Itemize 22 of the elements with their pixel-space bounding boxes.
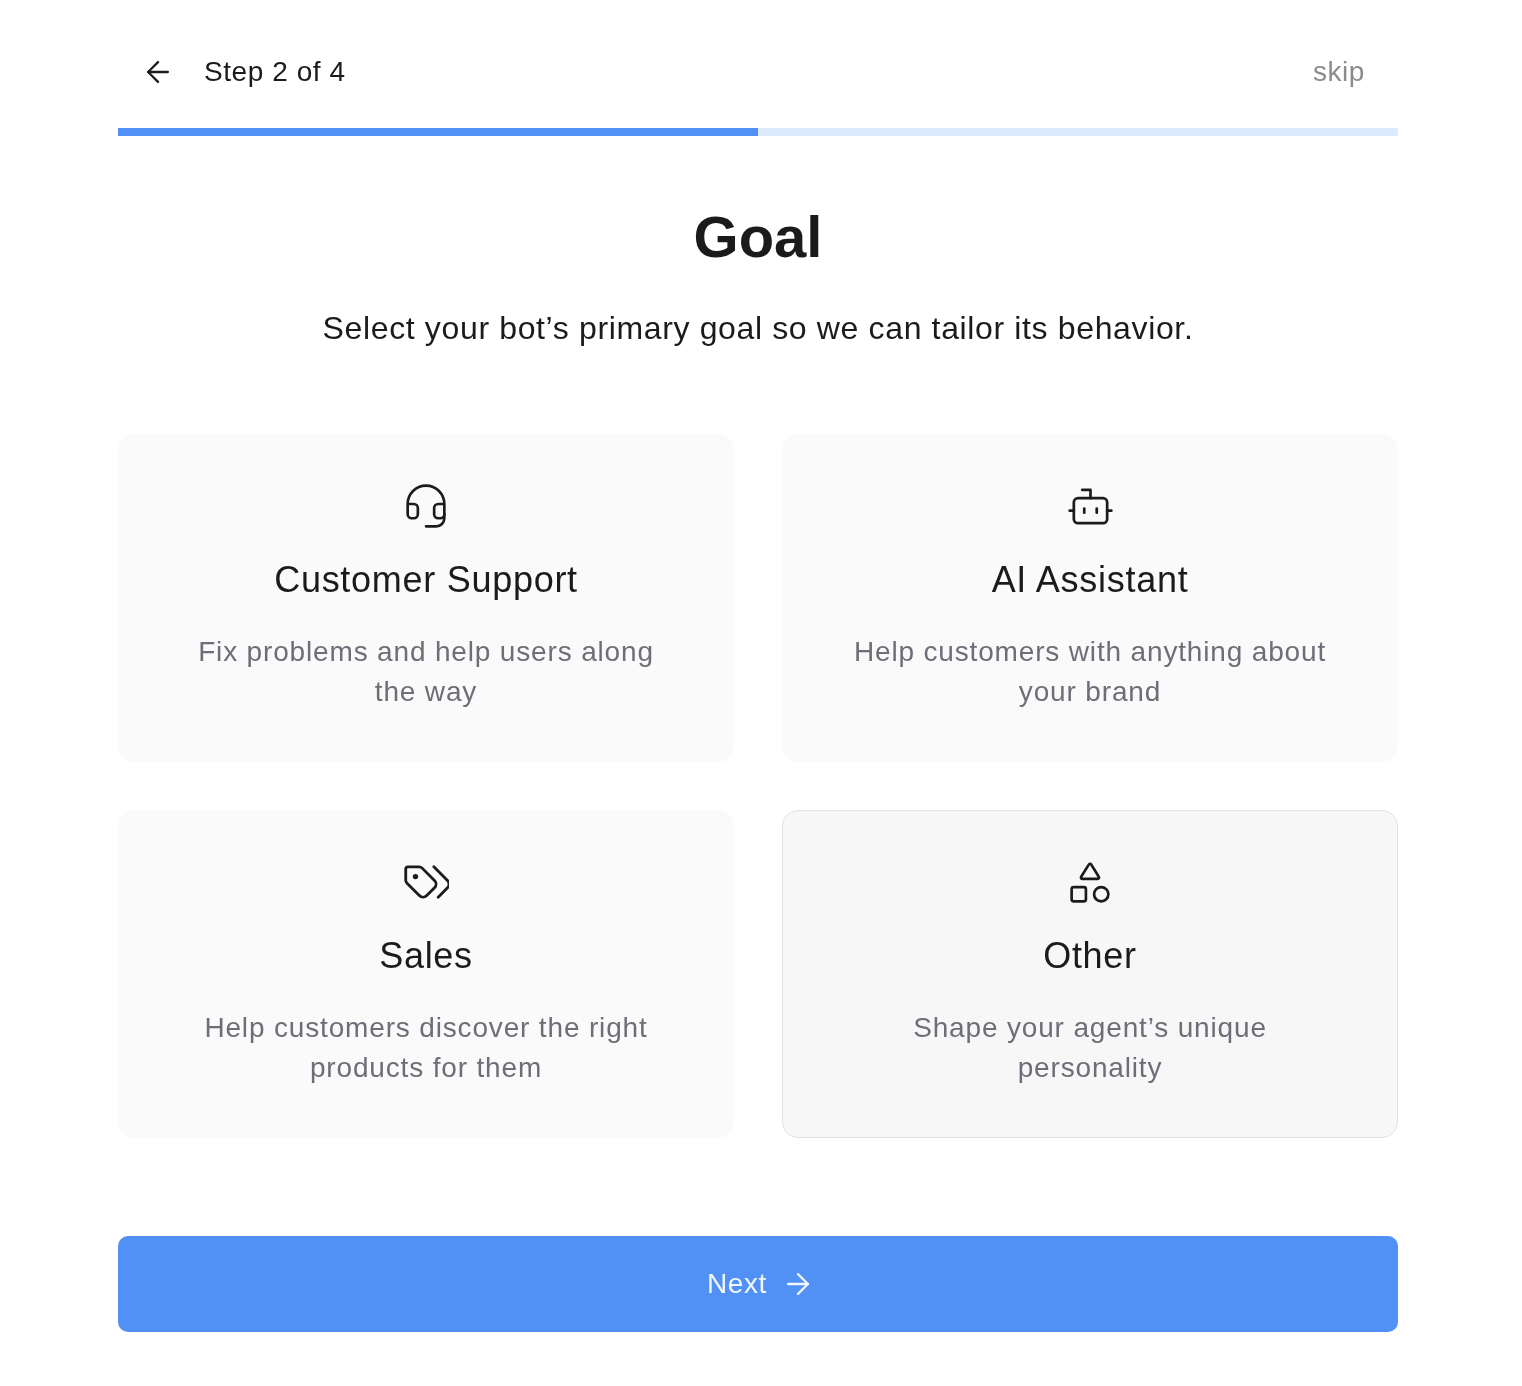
option-description: Help customers with anything about your brand	[852, 635, 1328, 709]
goal-option-card[interactable]: Other Shape your agent’s unique personality	[782, 810, 1398, 1138]
option-title: Sales	[379, 934, 473, 978]
headset-icon	[406, 484, 446, 528]
back-button[interactable]	[147, 61, 169, 83]
arrow-right-icon	[786, 1273, 809, 1295]
shapes-icon	[1070, 861, 1110, 903]
option-description: Fix problems and help users along the way	[197, 635, 655, 709]
option-title: AI Assistant	[991, 558, 1189, 602]
option-description: Help customers discover the right products for them	[203, 1011, 649, 1085]
goal-option-card[interactable]: Sales Help customers discover the right products for them	[118, 810, 734, 1138]
page-subtitle: Select your bot’s primary goal so we can tailor its behavior.	[322, 309, 1194, 348]
option-title: Customer Support	[274, 558, 578, 602]
page-title: Goal	[693, 203, 823, 271]
option-description: Shape your agent’s unique personality	[912, 1011, 1268, 1085]
arrow-left-icon	[147, 61, 169, 83]
tags-icon	[403, 865, 449, 899]
goal-option-card[interactable]: Customer Support Fix problems and help users along the way	[118, 434, 734, 762]
goal-option-card[interactable]: AI Assistant Help customers with anything about your brand	[782, 434, 1398, 762]
option-title: Other	[1043, 934, 1137, 978]
robot-icon	[1067, 487, 1113, 525]
step-indicator: Step 2 of 4	[204, 56, 346, 88]
